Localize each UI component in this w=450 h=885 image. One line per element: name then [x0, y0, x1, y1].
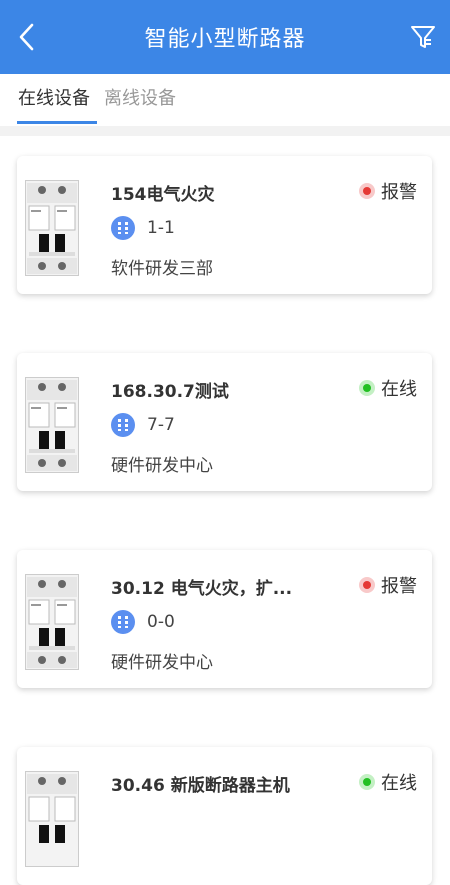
- device-id-icon: [111, 216, 135, 240]
- device-id-row: 1-1: [111, 216, 175, 240]
- device-name: 30.12 电气火灾，扩...: [111, 579, 293, 599]
- breaker-image: [25, 771, 79, 867]
- device-card[interactable]: 30.46 新版断路器主机 在线: [17, 747, 432, 885]
- device-department: 硬件研发中心: [111, 653, 213, 673]
- device-id-icon: [111, 413, 135, 437]
- filter-button[interactable]: [406, 20, 440, 54]
- active-tab-indicator: [17, 121, 97, 124]
- status-text: 在线: [381, 773, 417, 794]
- device-list[interactable]: 154电气火灾 1-1 软件研发三部 报警 168.30.7测试 7-7 硬件研…: [0, 136, 450, 885]
- status-text: 报警: [381, 182, 417, 203]
- device-name: 154电气火灾: [111, 185, 215, 205]
- status-text: 报警: [381, 576, 417, 597]
- device-name: 168.30.7测试: [111, 382, 229, 402]
- alarm-dot-icon: [359, 577, 375, 593]
- breaker-image: [25, 377, 79, 473]
- device-name: 30.46 新版断路器主机: [111, 776, 290, 796]
- app-header: 智能小型断路器: [0, 0, 450, 74]
- filter-icon: [411, 26, 435, 48]
- status-badge: 报警: [359, 178, 417, 204]
- breaker-image: [25, 574, 79, 670]
- section-divider: [0, 126, 450, 136]
- status-text: 在线: [381, 379, 417, 400]
- page-title: 智能小型断路器: [144, 27, 306, 52]
- device-id: 1-1: [147, 218, 175, 238]
- alarm-dot-icon: [359, 183, 375, 199]
- tab-online-devices[interactable]: 在线设备: [18, 84, 90, 110]
- status-badge: 报警: [359, 572, 417, 598]
- device-department: 硬件研发中心: [111, 456, 213, 476]
- device-id-icon: [111, 610, 135, 634]
- back-button[interactable]: [12, 22, 42, 52]
- tab-offline-devices[interactable]: 离线设备: [104, 84, 176, 110]
- device-tabs: 在线设备 离线设备: [0, 74, 450, 126]
- device-card[interactable]: 168.30.7测试 7-7 硬件研发中心 在线: [17, 353, 432, 491]
- device-department: 软件研发三部: [111, 259, 213, 279]
- online-dot-icon: [359, 380, 375, 396]
- device-id-row: 7-7: [111, 413, 175, 437]
- online-dot-icon: [359, 774, 375, 790]
- status-badge: 在线: [359, 375, 417, 401]
- breaker-image: [25, 180, 79, 276]
- device-card[interactable]: 154电气火灾 1-1 软件研发三部 报警: [17, 156, 432, 294]
- device-id: 0-0: [147, 612, 175, 632]
- status-badge: 在线: [359, 769, 417, 795]
- device-card[interactable]: 30.12 电气火灾，扩... 0-0 硬件研发中心 报警: [17, 550, 432, 688]
- chevron-left-icon: [19, 23, 34, 51]
- device-id: 7-7: [147, 415, 175, 435]
- device-id-row: 0-0: [111, 610, 175, 634]
